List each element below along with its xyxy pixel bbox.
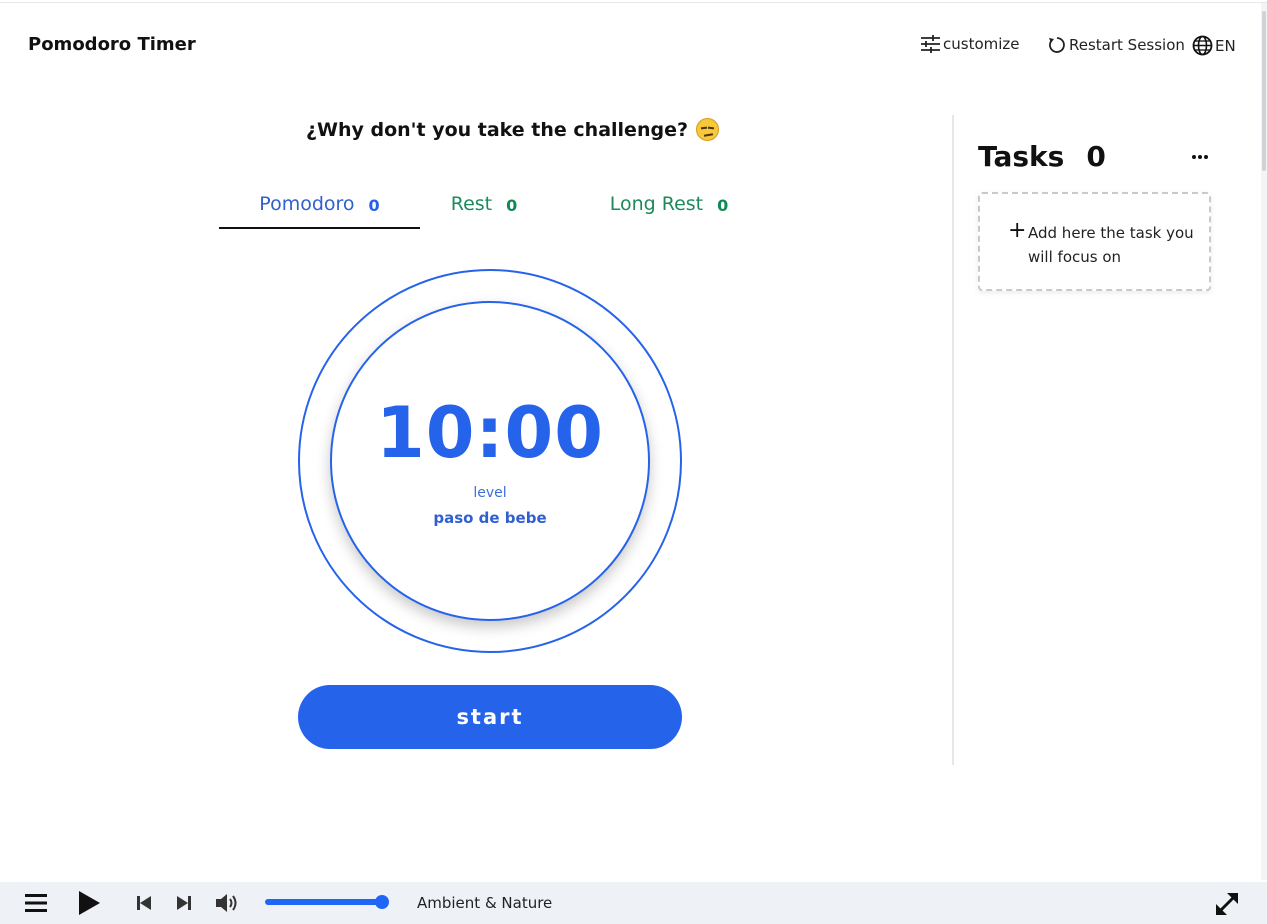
globe-icon <box>1192 35 1213 56</box>
tab-long-rest[interactable]: Long Rest 0 <box>599 190 739 229</box>
play-icon[interactable] <box>76 890 102 916</box>
plus-icon: + <box>1008 218 1027 243</box>
add-task-text: Add here the task you will focus on <box>1028 224 1194 266</box>
tasks-title: Tasks <box>978 140 1065 173</box>
tab-pomodoro[interactable]: Pomodoro 0 <box>219 190 420 229</box>
level-label: level <box>473 485 507 501</box>
volume-slider[interactable] <box>265 895 389 909</box>
tab-rest[interactable]: Rest 0 <box>439 190 529 229</box>
station-name: Ambient & Nature <box>417 894 553 912</box>
hamburger-menu-icon[interactable] <box>24 891 48 915</box>
app-header: Pomodoro Timer customize Restart Session <box>0 3 1261 87</box>
next-track-icon[interactable] <box>175 894 193 912</box>
start-button[interactable]: start <box>298 685 682 749</box>
level-value: paso de bebe <box>433 509 547 527</box>
restart-icon <box>1047 35 1067 55</box>
tasks-heading: Tasks 0 <box>978 140 1106 173</box>
volume-icon[interactable] <box>214 891 242 915</box>
language-selector[interactable]: EN <box>1192 35 1236 56</box>
tab-pomodoro-count: 0 <box>368 196 380 215</box>
scrollbar-thumb[interactable] <box>1262 11 1266 171</box>
add-task-card[interactable]: + Add here the task you will focus on <box>978 192 1211 291</box>
tab-pomodoro-label: Pomodoro <box>259 193 355 215</box>
customize-label: customize <box>943 35 1020 53</box>
restart-session-button[interactable]: Restart Session <box>1047 35 1185 55</box>
page-scrollbar[interactable] <box>1261 3 1267 880</box>
fullscreen-icon[interactable] <box>1213 890 1241 918</box>
tab-long-rest-count: 0 <box>717 196 729 215</box>
restart-session-label: Restart Session <box>1069 36 1185 54</box>
timer-mode-tabs: Pomodoro 0 Rest 0 Long Rest 0 <box>219 190 751 230</box>
timer-display: 10:00 <box>376 392 604 474</box>
tasks-count: 0 <box>1086 140 1106 173</box>
volume-slider-handle[interactable] <box>375 895 389 909</box>
previous-track-icon[interactable] <box>135 894 153 912</box>
customize-button[interactable]: customize <box>920 35 1020 53</box>
sliders-icon <box>920 35 941 53</box>
tab-rest-label: Rest <box>450 193 493 215</box>
panel-divider <box>952 115 954 765</box>
language-label: EN <box>1215 36 1236 55</box>
tasks-more-icon[interactable] <box>1188 145 1212 169</box>
volume-slider-track <box>265 899 383 905</box>
audio-player-bar: Ambient & Nature <box>0 882 1267 924</box>
app-title: Pomodoro Timer <box>28 34 196 55</box>
challenge-heading: ¿Why don't you take the challenge? <box>306 118 719 141</box>
tab-long-rest-label: Long Rest <box>609 193 704 215</box>
tab-rest-count: 0 <box>506 196 518 215</box>
unamused-face-icon <box>695 118 719 141</box>
challenge-text: ¿Why don't you take the challenge? <box>306 118 688 141</box>
